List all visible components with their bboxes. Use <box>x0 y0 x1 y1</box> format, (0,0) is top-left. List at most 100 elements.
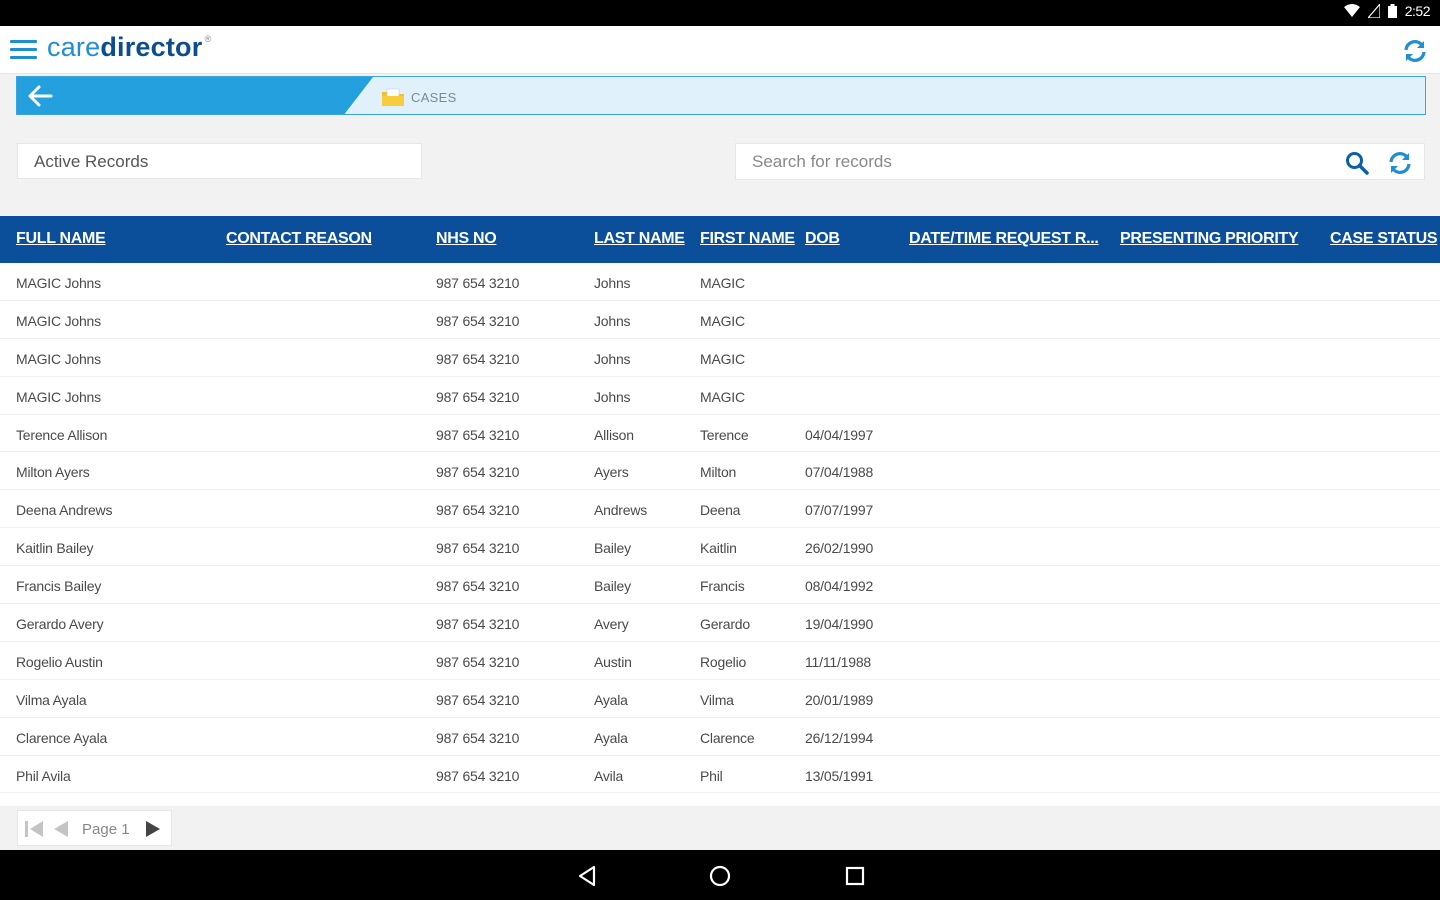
pager: Page 1 <box>17 810 172 846</box>
table-row[interactable]: Terence Allison 987 654 3210 Allison Terenc… <box>0 415 1440 453</box>
table-row[interactable]: Francis Bailey 987 654 3210 Bailey Francis 0… <box>0 566 1440 605</box>
col-last-name-cell: Avila <box>594 767 624 784</box>
col-nhs-no-header[interactable]: NHS NO <box>436 230 497 248</box>
col-full-name-cell: Vilma Ayala <box>16 691 87 708</box>
nav-back-icon[interactable] <box>575 864 599 888</box>
col-nhs-no-cell: 987 654 3210 <box>436 275 520 291</box>
table-row[interactable]: Gerardo Avery 987 654 3210 Avery Gerardo 19/… <box>0 604 1440 642</box>
grid-header: FULL NAME CONTACT REASON NHS NO LAST NAME FI… <box>0 216 1440 263</box>
breadcrumb-cases[interactable]: CASES <box>381 87 457 107</box>
col-case-status-header[interactable]: CASE STATUS <box>1330 230 1438 248</box>
table-row[interactable]: Milton Ayers 987 654 3210 Ayers Milton 07/04… <box>0 452 1440 491</box>
col-nhs-no-cell: 987 654 3210 <box>436 464 520 481</box>
col-full-name-cell: Clarence Ayala <box>16 729 108 746</box>
col-first-name-cell: MAGIC <box>700 350 745 367</box>
col-dob-cell: 26/02/1990 <box>805 540 874 557</box>
col-first-name-cell: Clarence <box>700 729 755 746</box>
col-first-name-cell: Phil <box>700 767 723 784</box>
table-row[interactable]: MAGIC Johns 987 654 3210 Johns MAGIC <box>0 339 1440 377</box>
table-row[interactable]: Rogelio Austin 987 654 3210 Austin Rogelio 1… <box>0 642 1440 680</box>
back-button[interactable] <box>17 77 373 114</box>
col-dob-cell: 04/04/1997 <box>805 426 874 443</box>
nav-home-icon[interactable] <box>708 864 732 888</box>
col-full-name-cell: Terence Allison <box>16 426 108 443</box>
col-first-name-cell: MAGIC <box>700 312 745 329</box>
col-nhs-no-cell: 987 654 3210 <box>436 312 520 329</box>
col-first-name-header[interactable]: FIRST NAME <box>700 230 795 248</box>
records-grid: FULL NAME CONTACT REASON NHS NO LAST NAME FI… <box>0 216 1440 806</box>
refresh-icon[interactable] <box>1386 149 1414 177</box>
col-last-name-cell: Johns <box>594 388 631 405</box>
col-contact-reason-header[interactable]: CONTACT REASON <box>226 230 372 248</box>
col-full-name-cell: Kaitlin Bailey <box>16 540 94 557</box>
caredirector-logo: caredirector ® <box>47 32 211 63</box>
table-row[interactable]: Clarence Ayala 987 654 3210 Ayala Clarence 2… <box>0 718 1440 756</box>
col-full-name-cell: Rogelio Austin <box>16 653 103 670</box>
search-input[interactable] <box>736 144 1336 179</box>
col-last-name-cell: Austin <box>594 653 632 670</box>
table-row[interactable]: Vilma Ayala 987 654 3210 Ayala Vilma 20/01/1… <box>0 680 1440 718</box>
col-dob-cell: 26/12/1994 <box>805 729 874 746</box>
col-datetime-request-header[interactable]: DATE/TIME REQUEST R... <box>909 230 1099 248</box>
col-nhs-no-cell: 987 654 3210 <box>436 350 520 367</box>
col-dob-cell: 07/04/1988 <box>805 464 874 481</box>
view-selector[interactable]: Active Records <box>17 143 422 179</box>
pager-band: Page 1 <box>0 806 1440 850</box>
col-full-name-cell: MAGIC Johns <box>16 275 101 291</box>
col-dob-header[interactable]: DOB <box>805 230 840 248</box>
col-full-name-cell: Deena Andrews <box>16 502 113 519</box>
next-page-icon[interactable] <box>144 820 162 838</box>
grid-body: MAGIC Johns 987 654 3210 Johns MAGIC MAGIC J… <box>0 263 1440 794</box>
page-label: Page 1 <box>82 821 130 838</box>
signal-icon <box>1367 4 1380 18</box>
col-last-name-cell: Johns <box>594 275 631 291</box>
breadcrumb-cases-label: CASES <box>411 89 457 105</box>
search-icon[interactable] <box>1344 150 1370 176</box>
col-full-name-cell: Phil Avila <box>16 767 71 784</box>
col-first-name-cell: Rogelio <box>700 653 747 670</box>
search-box <box>735 143 1425 180</box>
table-row[interactable]: MAGIC Johns 987 654 3210 Johns MAGIC <box>0 377 1440 415</box>
col-dob-cell: 20/01/1989 <box>805 691 874 708</box>
col-last-name-cell: Ayala <box>594 729 628 746</box>
hamburger-menu-icon[interactable] <box>10 40 37 60</box>
status-icons: 2:52 <box>1343 3 1431 19</box>
col-last-name-cell: Avery <box>594 616 629 633</box>
col-nhs-no-cell: 987 654 3210 <box>436 616 520 633</box>
col-dob-cell: 13/05/1991 <box>805 767 874 784</box>
col-nhs-no-cell: 987 654 3210 <box>436 540 520 557</box>
col-first-name-cell: Gerardo <box>700 616 750 633</box>
col-nhs-no-cell: 987 654 3210 <box>436 578 520 595</box>
battery-icon <box>1387 4 1397 18</box>
first-page-icon[interactable] <box>24 820 44 838</box>
table-row[interactable]: MAGIC Johns 987 654 3210 Johns MAGIC <box>0 301 1440 339</box>
col-last-name-cell: Allison <box>594 426 634 443</box>
col-last-name-header[interactable]: LAST NAME <box>594 230 685 248</box>
folder-icon <box>382 88 404 106</box>
col-full-name-cell: MAGIC Johns <box>16 350 101 367</box>
prev-page-icon[interactable] <box>52 820 70 838</box>
col-nhs-no-cell: 987 654 3210 <box>436 691 520 708</box>
breadcrumb: CASES <box>16 76 1426 115</box>
system-nav-bar <box>0 850 1440 900</box>
col-nhs-no-cell: 987 654 3210 <box>436 767 520 784</box>
table-row[interactable]: MAGIC Johns 987 654 3210 Johns MAGIC <box>0 263 1440 301</box>
col-first-name-cell: Vilma <box>700 691 734 708</box>
col-full-name-cell: Francis Bailey <box>16 578 102 595</box>
table-row[interactable]: Phil Avila 987 654 3210 Avila Phil 13/05/199… <box>0 756 1440 794</box>
nav-recents-icon[interactable] <box>843 864 867 888</box>
col-last-name-cell: Johns <box>594 312 631 329</box>
col-full-name-cell: MAGIC Johns <box>16 388 101 405</box>
logo-director: director <box>100 32 203 62</box>
col-first-name-cell: Deena <box>700 502 741 519</box>
col-presenting-priority-header[interactable]: PRESENTING PRIORITY <box>1120 230 1299 248</box>
table-row[interactable]: Kaitlin Bailey 987 654 3210 Bailey Kaitlin 2… <box>0 528 1440 567</box>
col-nhs-no-cell: 987 654 3210 <box>436 502 520 519</box>
sync-icon[interactable] <box>1400 36 1430 66</box>
table-row[interactable]: Deena Andrews 987 654 3210 Andrews Deena 07/… <box>0 490 1440 529</box>
back-arrow-icon <box>28 85 53 107</box>
col-full-name-header[interactable]: FULL NAME <box>16 230 106 248</box>
status-bar: 2:52 <box>0 0 1440 26</box>
logo-registered-mark: ® <box>204 34 212 44</box>
col-dob-cell: 19/04/1990 <box>805 616 874 633</box>
